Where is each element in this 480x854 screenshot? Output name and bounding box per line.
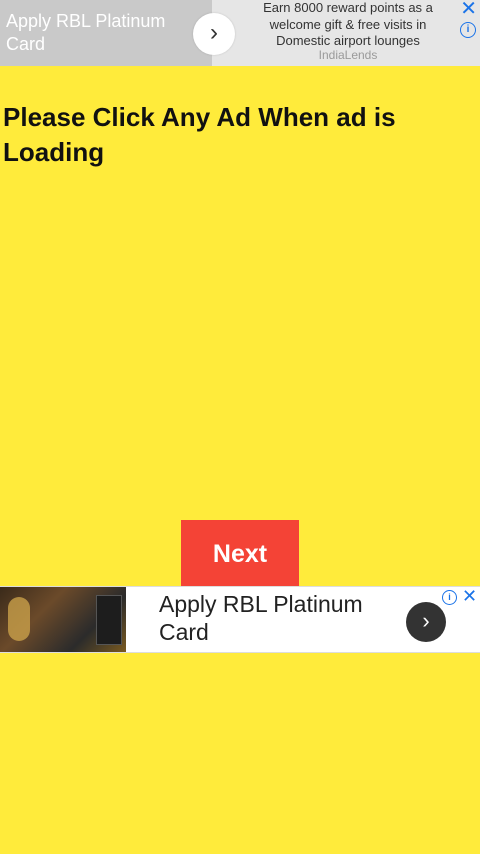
info-icon[interactable]: i bbox=[442, 590, 457, 605]
chevron-right-icon[interactable]: › bbox=[193, 13, 235, 55]
top-ad-headline-panel[interactable]: Apply RBL Platinum Card bbox=[0, 0, 212, 66]
info-icon[interactable]: i bbox=[460, 22, 476, 38]
close-icon[interactable]: ✕ bbox=[460, 0, 477, 19]
ad-image-card bbox=[96, 595, 122, 645]
bottom-ad-image[interactable] bbox=[0, 587, 126, 652]
ad-image-accent bbox=[8, 597, 30, 641]
top-ad-headline[interactable]: Apply RBL Platinum Card bbox=[6, 10, 196, 56]
top-ad-body-text[interactable]: Earn 8000 reward points as a welcome gif… bbox=[248, 0, 448, 50]
page-instruction: Please Click Any Ad When ad is Loading bbox=[3, 102, 396, 167]
next-button[interactable]: Next bbox=[181, 520, 299, 588]
bottom-banner-ad[interactable]: Apply RBL Platinum Card › i ✕ bbox=[0, 586, 480, 653]
chevron-right-icon[interactable]: › bbox=[406, 602, 446, 642]
bottom-ad-headline[interactable]: Apply RBL Platinum Card bbox=[159, 590, 399, 646]
top-banner-ad[interactable]: Apply RBL Platinum Card › Earn 8000 rewa… bbox=[0, 0, 480, 66]
top-ad-advertiser[interactable]: IndiaLends bbox=[248, 48, 448, 62]
close-icon[interactable]: ✕ bbox=[462, 587, 477, 605]
